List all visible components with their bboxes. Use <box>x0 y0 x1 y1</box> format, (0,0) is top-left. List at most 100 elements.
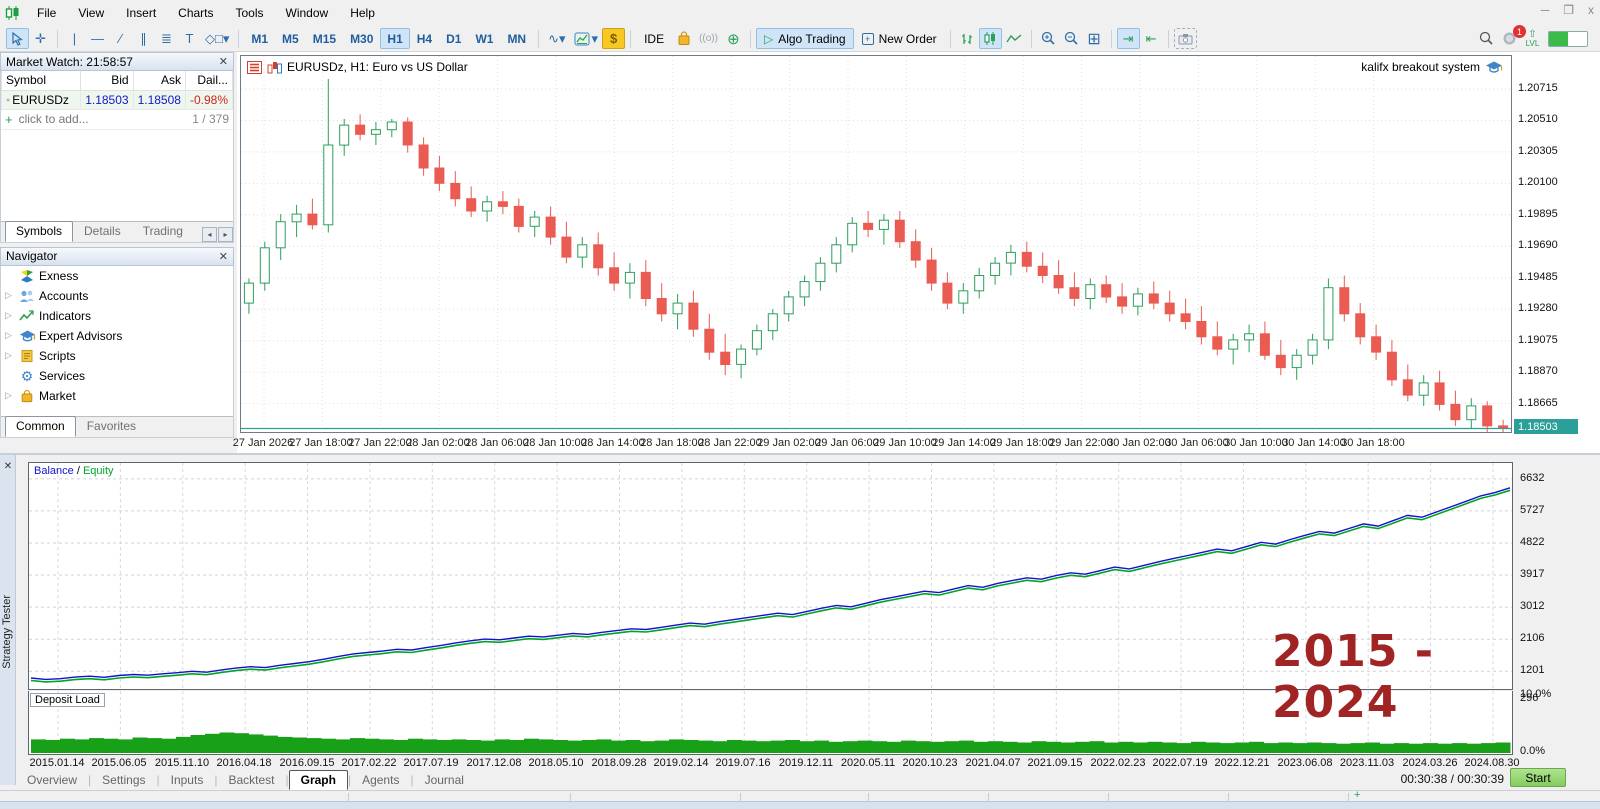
cursor-tool-button[interactable] <box>6 28 29 49</box>
depth-of-market-icon[interactable] <box>267 61 282 74</box>
menu-file[interactable]: File <box>26 2 67 24</box>
horizontal-line-tool-button[interactable]: ― <box>86 28 109 49</box>
navigator-item-scripts[interactable]: ▷ Scripts <box>1 345 233 366</box>
notifications-bell-icon[interactable]: 1 <box>1498 25 1526 49</box>
web-community-button[interactable]: ⊕ <box>722 28 745 49</box>
line-chart-type-button[interactable]: ∿▾ <box>544 28 569 49</box>
market-watch-tab-symbols[interactable]: Symbols <box>5 220 74 242</box>
ide-button[interactable]: IDE <box>636 28 672 49</box>
minimize-button[interactable]: ─ <box>1541 3 1550 17</box>
timeframe-h4[interactable]: H4 <box>410 28 439 49</box>
zoom-out-button[interactable] <box>1060 28 1083 49</box>
tester-tab-backtest[interactable]: Backtest <box>217 771 285 789</box>
column-header-ask[interactable]: Ask <box>132 71 186 91</box>
menu-bar: File View Insert Charts Tools Window Help <box>26 6 386 20</box>
connection-toggle[interactable] <box>1548 30 1588 47</box>
exness-logo-icon <box>17 269 37 283</box>
menu-charts[interactable]: Charts <box>167 2 224 24</box>
indicators-button[interactable]: ▾ <box>570 28 603 49</box>
navigator-tab-common[interactable]: Common <box>5 415 76 437</box>
navigator-root-item[interactable]: Exness <box>1 265 233 286</box>
tester-tab-inputs[interactable]: Inputs <box>160 771 215 789</box>
timeframe-w1[interactable]: W1 <box>468 28 500 49</box>
candlestick-mode-button[interactable] <box>978 28 1002 49</box>
expand-arrow-icon[interactable]: ▷ <box>5 330 17 341</box>
auto-scroll-button[interactable]: ⇥ <box>1116 28 1140 49</box>
trendline-tool-button[interactable]: ∕ <box>109 28 132 49</box>
algo-trading-button[interactable]: ▷ Algo Trading <box>755 28 854 49</box>
shapes-tool-button[interactable]: ◇□▾ <box>201 28 233 49</box>
tester-tab-journal[interactable]: Journal <box>414 771 475 789</box>
chart-header: EURUSDz, H1: Euro vs US Dollar <box>247 60 468 74</box>
market-watch-close-icon[interactable]: ✕ <box>219 55 228 68</box>
tester-tab-settings[interactable]: Settings <box>91 771 156 789</box>
navigator-close-icon[interactable]: ✕ <box>219 250 228 263</box>
status-divider <box>570 793 571 801</box>
add-plus-icon: + <box>5 111 13 127</box>
timeframe-d1[interactable]: D1 <box>439 28 468 49</box>
expand-arrow-icon[interactable]: ▷ <box>5 290 17 301</box>
navigator-item-indicators[interactable]: ▷ Indicators <box>1 305 233 326</box>
tester-close-icon[interactable]: ✕ <box>2 460 14 472</box>
tab-scroll-left-icon[interactable]: ◂ <box>202 226 217 242</box>
expand-arrow-icon[interactable]: ▷ <box>5 350 17 361</box>
search-icon[interactable] <box>1475 28 1498 49</box>
tab-scroll-right-icon[interactable]: ▸ <box>218 226 233 242</box>
crosshair-tool-button[interactable]: ✛ <box>29 28 52 49</box>
market-watch-tab-trading[interactable]: Trading <box>132 221 194 242</box>
menu-insert[interactable]: Insert <box>115 2 167 24</box>
candlestick-chart <box>241 56 1511 432</box>
line-chart-mode-button[interactable] <box>1002 28 1026 49</box>
column-header-bid[interactable]: Bid <box>80 71 134 91</box>
zoom-in-button[interactable] <box>1037 28 1060 49</box>
new-order-button[interactable]: + New Order <box>854 28 945 49</box>
close-button[interactable]: x <box>1588 3 1594 17</box>
tester-tab-graph[interactable]: Graph <box>288 770 348 790</box>
navigator-tab-favorites[interactable]: Favorites <box>76 416 147 437</box>
expand-arrow-icon[interactable]: ▷ <box>5 310 17 321</box>
screenshot-button[interactable] <box>1173 28 1197 49</box>
tester-tab-overview[interactable]: Overview <box>16 771 88 789</box>
channel-tool-button[interactable]: ∥ <box>132 28 155 49</box>
bar-chart-mode-button[interactable] <box>956 28 979 49</box>
menu-view[interactable]: View <box>67 2 115 24</box>
menu-tools[interactable]: Tools <box>225 2 275 24</box>
timeframe-m30[interactable]: M30 <box>343 28 380 49</box>
timeframe-mn[interactable]: MN <box>500 28 533 49</box>
text-tool-button[interactable]: T <box>178 28 201 49</box>
tester-tab-agents[interactable]: Agents <box>351 771 410 789</box>
start-button[interactable]: Start <box>1510 768 1566 787</box>
chart-symbol-label: EURUSDz, H1: Euro vs US Dollar <box>287 60 468 74</box>
market-bag-button[interactable] <box>672 28 695 49</box>
currency-button[interactable]: $ <box>602 28 626 49</box>
ea-graduation-cap-icon[interactable] <box>1485 60 1503 74</box>
timeframe-m5[interactable]: M5 <box>275 28 306 49</box>
navigator-item-services[interactable]: ⚙ Services <box>1 365 233 386</box>
one-click-trading-icon[interactable] <box>247 60 262 74</box>
column-header-dail[interactable]: Dail... <box>184 71 234 91</box>
signals-button[interactable]: ((o)) <box>695 28 722 49</box>
timeframe-m15[interactable]: M15 <box>306 28 343 49</box>
status-divider <box>1348 793 1349 801</box>
symbol-row[interactable]: ● EURUSDz 1.18503 1.18508 -0.98% <box>0 89 234 110</box>
navigator-item-expert-advisors[interactable]: ▷ Expert Advisors <box>1 325 233 346</box>
timeframe-m1[interactable]: M1 <box>244 28 275 49</box>
tile-windows-button[interactable]: ⊞ <box>1083 28 1106 49</box>
market-watch-tab-details[interactable]: Details <box>73 221 132 242</box>
market-watch-header[interactable]: Market Watch: 21:58:57 ✕ <box>0 52 234 71</box>
menu-help[interactable]: Help <box>339 2 386 24</box>
navigator-item-market[interactable]: ▷ Market <box>1 385 233 406</box>
timeframe-h1[interactable]: H1 <box>380 28 410 49</box>
symbol-name: EURUSDz <box>12 92 69 107</box>
chart-plot[interactable]: EURUSDz, H1: Euro vs US Dollar kalifx br… <box>240 55 1512 433</box>
navigator-header[interactable]: Navigator ✕ <box>0 246 234 266</box>
navigator-item-accounts[interactable]: ▷ Accounts <box>1 285 233 306</box>
column-header-symbol[interactable]: Symbol <box>0 71 82 91</box>
market-watch-add-row[interactable]: + click to add... 1 / 379 <box>1 109 233 130</box>
restore-button[interactable]: ❐ <box>1563 3 1574 17</box>
expand-arrow-icon[interactable]: ▷ <box>5 390 17 401</box>
menu-window[interactable]: Window <box>275 2 340 24</box>
vertical-line-tool-button[interactable]: | <box>63 28 86 49</box>
fibonacci-tool-button[interactable]: ≣ <box>155 28 178 49</box>
chart-shift-button[interactable]: ⇤ <box>1140 28 1163 49</box>
